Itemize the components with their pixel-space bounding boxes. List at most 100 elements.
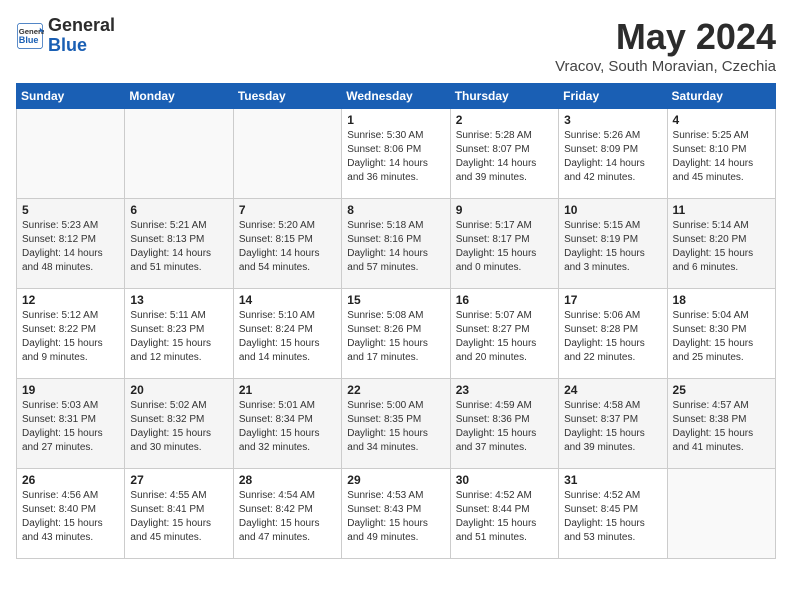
title-area: May 2024 Vracov, South Moravian, Czechia — [555, 16, 776, 75]
day-cell: 11Sunrise: 5:14 AM Sunset: 8:20 PM Dayli… — [667, 199, 775, 289]
day-info: Sunrise: 5:25 AM Sunset: 8:10 PM Dayligh… — [673, 129, 770, 185]
day-cell: 28 Sunrise: 4:54 AM Sunset: 8:42 PM Dayli… — [233, 469, 341, 559]
week-row-3: 12Sunrise: 5:12 AM Sunset: 8:22 PM Dayli… — [17, 289, 776, 379]
day-info: Sunrise: 5:00 AM Sunset: 8:35 PM Dayligh… — [347, 399, 444, 455]
day-info: Sunrise: 4:52 AM Sunset: 8:45 PM Dayligh… — [564, 489, 661, 545]
day-number: 20 — [130, 383, 227, 397]
day-cell: 20 Sunrise: 5:02 AM Sunset: 8:32 PM Dayli… — [125, 379, 233, 469]
day-cell — [233, 109, 341, 199]
day-cell: 12Sunrise: 5:12 AM Sunset: 8:22 PM Dayli… — [17, 289, 125, 379]
day-info: Sunrise: 4:59 AM Sunset: 8:36 PM Dayligh… — [456, 399, 553, 455]
day-number: 16 — [456, 293, 553, 307]
header-cell-tuesday: Tuesday — [233, 84, 341, 109]
day-number: 8 — [347, 203, 444, 217]
day-cell: 31 Sunrise: 4:52 AM Sunset: 8:45 PM Dayli… — [559, 469, 667, 559]
calendar-header: SundayMondayTuesdayWednesdayThursdayFrid… — [17, 84, 776, 109]
day-cell: 22 Sunrise: 5:00 AM Sunset: 8:35 PM Dayli… — [342, 379, 450, 469]
header-cell-friday: Friday — [559, 84, 667, 109]
day-cell — [125, 109, 233, 199]
day-info: Sunrise: 5:02 AM Sunset: 8:32 PM Dayligh… — [130, 399, 227, 455]
day-info: Sunrise: 5:28 AM Sunset: 8:07 PM Dayligh… — [456, 129, 553, 185]
week-row-5: 26Sunrise: 4:56 AM Sunset: 8:40 PM Dayli… — [17, 469, 776, 559]
day-cell: 3 Sunrise: 5:26 AM Sunset: 8:09 PM Daylig… — [559, 109, 667, 199]
day-number: 1 — [347, 113, 444, 127]
day-info: Sunrise: 5:06 AM Sunset: 8:28 PM Dayligh… — [564, 309, 661, 365]
day-info: Sunrise: 4:54 AM Sunset: 8:42 PM Dayligh… — [239, 489, 336, 545]
week-row-4: 19 Sunrise: 5:03 AM Sunset: 8:31 PM Dayli… — [17, 379, 776, 469]
day-cell: 14 Sunrise: 5:10 AM Sunset: 8:24 PM Dayli… — [233, 289, 341, 379]
day-cell: 18 Sunrise: 5:04 AM Sunset: 8:30 PM Dayli… — [667, 289, 775, 379]
day-cell: 27 Sunrise: 4:55 AM Sunset: 8:41 PM Dayli… — [125, 469, 233, 559]
day-number: 24 — [564, 383, 661, 397]
day-info: Sunrise: 5:04 AM Sunset: 8:30 PM Dayligh… — [673, 309, 770, 365]
day-info: Sunrise: 5:03 AM Sunset: 8:31 PM Dayligh… — [22, 399, 119, 455]
day-number: 10 — [564, 203, 661, 217]
day-cell: 15Sunrise: 5:08 AM Sunset: 8:26 PM Dayli… — [342, 289, 450, 379]
day-cell: 29 Sunrise: 4:53 AM Sunset: 8:43 PM Dayli… — [342, 469, 450, 559]
day-cell: 9 Sunrise: 5:17 AM Sunset: 8:17 PM Daylig… — [450, 199, 558, 289]
week-row-1: 1 Sunrise: 5:30 AM Sunset: 8:06 PM Daylig… — [17, 109, 776, 199]
day-number: 13 — [130, 293, 227, 307]
day-number: 27 — [130, 473, 227, 487]
logo-icon: General Blue — [16, 22, 44, 50]
day-info: Sunrise: 5:11 AM Sunset: 8:23 PM Dayligh… — [130, 309, 227, 365]
day-cell: 10 Sunrise: 5:15 AM Sunset: 8:19 PM Dayli… — [559, 199, 667, 289]
day-info: Sunrise: 5:20 AM Sunset: 8:15 PM Dayligh… — [239, 219, 336, 275]
day-cell — [17, 109, 125, 199]
day-info: Sunrise: 5:18 AM Sunset: 8:16 PM Dayligh… — [347, 219, 444, 275]
day-number: 7 — [239, 203, 336, 217]
day-number: 31 — [564, 473, 661, 487]
header-cell-monday: Monday — [125, 84, 233, 109]
header-cell-wednesday: Wednesday — [342, 84, 450, 109]
day-info: Sunrise: 4:58 AM Sunset: 8:37 PM Dayligh… — [564, 399, 661, 455]
day-number: 4 — [673, 113, 770, 127]
calendar-table: SundayMondayTuesdayWednesdayThursdayFrid… — [16, 83, 776, 559]
day-number: 28 — [239, 473, 336, 487]
day-cell: 24 Sunrise: 4:58 AM Sunset: 8:37 PM Dayli… — [559, 379, 667, 469]
day-cell: 16Sunrise: 5:07 AM Sunset: 8:27 PM Dayli… — [450, 289, 558, 379]
day-info: Sunrise: 5:21 AM Sunset: 8:13 PM Dayligh… — [130, 219, 227, 275]
day-number: 2 — [456, 113, 553, 127]
day-cell: 5Sunrise: 5:23 AM Sunset: 8:12 PM Daylig… — [17, 199, 125, 289]
day-number: 15 — [347, 293, 444, 307]
header-cell-saturday: Saturday — [667, 84, 775, 109]
day-number: 19 — [22, 383, 119, 397]
day-number: 22 — [347, 383, 444, 397]
day-cell: 23 Sunrise: 4:59 AM Sunset: 8:36 PM Dayli… — [450, 379, 558, 469]
week-row-2: 5Sunrise: 5:23 AM Sunset: 8:12 PM Daylig… — [17, 199, 776, 289]
day-cell: 8 Sunrise: 5:18 AM Sunset: 8:16 PM Daylig… — [342, 199, 450, 289]
day-number: 21 — [239, 383, 336, 397]
day-info: Sunrise: 5:01 AM Sunset: 8:34 PM Dayligh… — [239, 399, 336, 455]
logo: General Blue GeneralBlue — [16, 16, 115, 56]
day-number: 29 — [347, 473, 444, 487]
day-info: Sunrise: 5:15 AM Sunset: 8:19 PM Dayligh… — [564, 219, 661, 275]
day-number: 14 — [239, 293, 336, 307]
day-info: Sunrise: 5:26 AM Sunset: 8:09 PM Dayligh… — [564, 129, 661, 185]
header: General Blue GeneralBlue May 2024 Vracov… — [16, 16, 776, 75]
day-info: Sunrise: 5:10 AM Sunset: 8:24 PM Dayligh… — [239, 309, 336, 365]
day-number: 23 — [456, 383, 553, 397]
day-cell: 17Sunrise: 5:06 AM Sunset: 8:28 PM Dayli… — [559, 289, 667, 379]
day-number: 25 — [673, 383, 770, 397]
day-info: Sunrise: 5:14 AM Sunset: 8:20 PM Dayligh… — [673, 219, 770, 275]
svg-text:Blue: Blue — [19, 35, 39, 45]
day-cell: 1 Sunrise: 5:30 AM Sunset: 8:06 PM Daylig… — [342, 109, 450, 199]
header-cell-sunday: Sunday — [17, 84, 125, 109]
day-number: 18 — [673, 293, 770, 307]
header-cell-thursday: Thursday — [450, 84, 558, 109]
day-cell: 6 Sunrise: 5:21 AM Sunset: 8:13 PM Daylig… — [125, 199, 233, 289]
day-number: 9 — [456, 203, 553, 217]
day-info: Sunrise: 4:55 AM Sunset: 8:41 PM Dayligh… — [130, 489, 227, 545]
day-cell: 25Sunrise: 4:57 AM Sunset: 8:38 PM Dayli… — [667, 379, 775, 469]
day-info: Sunrise: 5:17 AM Sunset: 8:17 PM Dayligh… — [456, 219, 553, 275]
day-cell: 4 Sunrise: 5:25 AM Sunset: 8:10 PM Daylig… — [667, 109, 775, 199]
day-number: 6 — [130, 203, 227, 217]
day-cell: 30Sunrise: 4:52 AM Sunset: 8:44 PM Dayli… — [450, 469, 558, 559]
day-cell: 21 Sunrise: 5:01 AM Sunset: 8:34 PM Dayli… — [233, 379, 341, 469]
day-number: 3 — [564, 113, 661, 127]
day-cell — [667, 469, 775, 559]
day-info: Sunrise: 4:53 AM Sunset: 8:43 PM Dayligh… — [347, 489, 444, 545]
day-info: Sunrise: 5:30 AM Sunset: 8:06 PM Dayligh… — [347, 129, 444, 185]
logo-text: GeneralBlue — [48, 16, 115, 56]
day-cell: 2 Sunrise: 5:28 AM Sunset: 8:07 PM Daylig… — [450, 109, 558, 199]
